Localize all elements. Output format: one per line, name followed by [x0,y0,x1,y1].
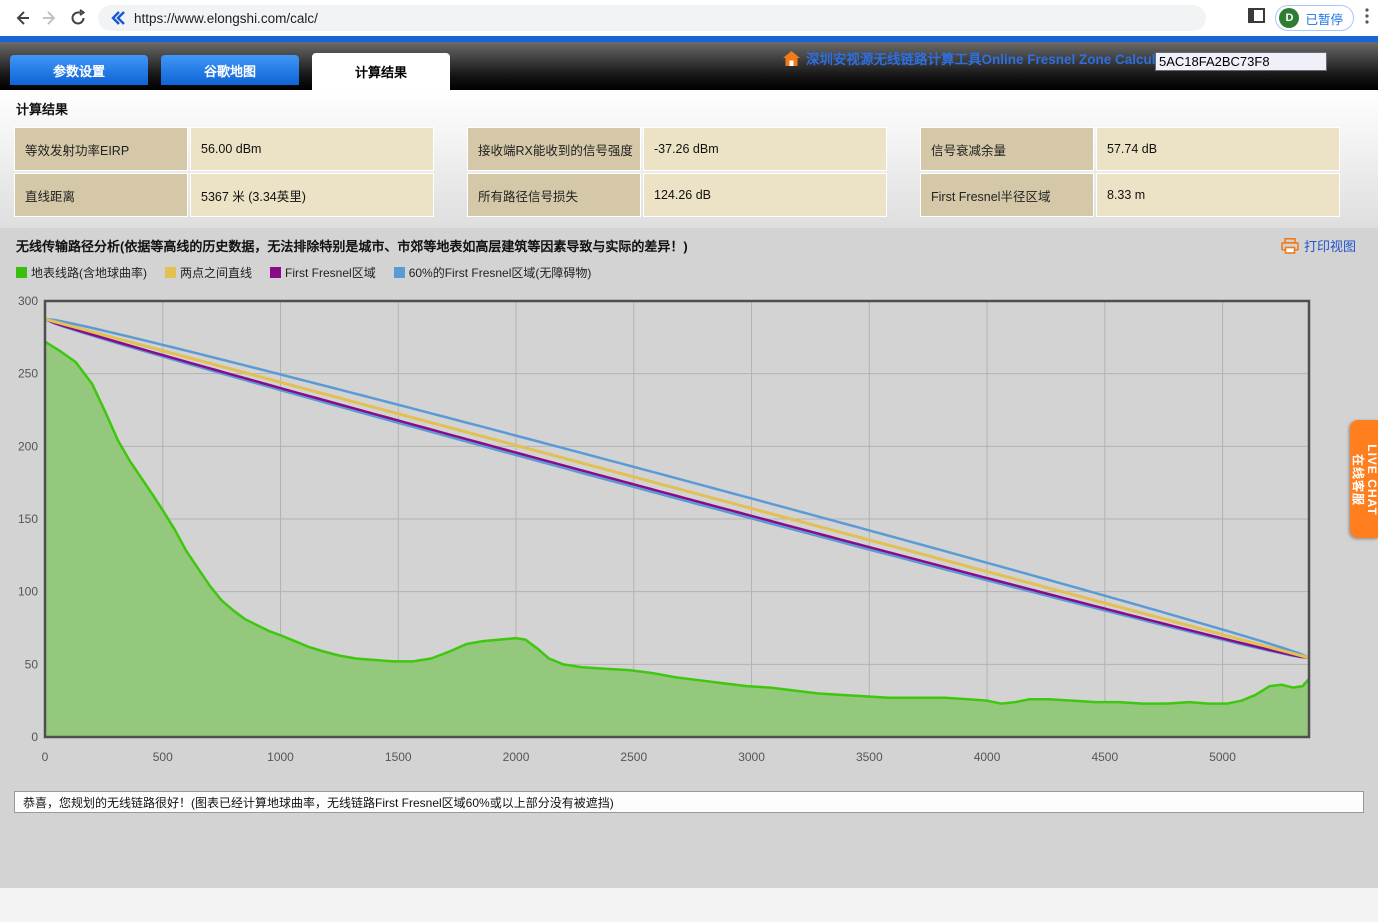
results-section: 计算结果 等效发射功率EIRP 56.00 dBm 接收端RX能收到的信号强度 … [0,90,1378,228]
live-chat-tab[interactable]: LIVE CHAT 在线客服 [1350,420,1378,538]
fresnel-swatch [270,267,281,278]
result-value-fresnel-radius: 8.33 m [1096,173,1340,217]
table-gap [887,127,920,171]
analysis-title: 无线传输路径分析(依据等高线的历史数据，无法排除特别是城市、市郊等地表如高层建筑… [16,239,688,254]
result-label-rx-strength: 接收端RX能收到的信号强度 [467,127,641,171]
serial-number-field[interactable] [1155,52,1327,71]
sync-paused-label: 已暂停 [1305,9,1343,28]
svg-text:2000: 2000 [503,750,530,764]
page-footer [0,888,1378,922]
svg-text:3500: 3500 [856,750,883,764]
site-title-text: 深圳安视源无线链路计算工具Online Fresnel Zone Calcula… [806,48,1181,68]
menu-dots-icon[interactable] [1364,7,1370,30]
printer-icon [1281,238,1299,254]
page-header: 参数设置 谷歌地图 计算结果 深圳安视源无线链路计算工具Online Fresn… [0,42,1378,90]
result-label-path-loss: 所有路径信号损失 [467,173,641,217]
path-analysis-section: 无线传输路径分析(依据等高线的历史数据，无法排除特别是城市、市郊等地表如高层建筑… [0,228,1378,888]
svg-text:5000: 5000 [1209,750,1236,764]
result-value-distance: 5367 米 (3.34英里) [190,173,434,217]
live-chat-label-zh: 在线客服 [1351,425,1365,535]
svg-text:0: 0 [42,750,49,764]
terrain-swatch [16,267,27,278]
browser-toolbar: D 已暂停 [0,0,1378,36]
svg-text:3000: 3000 [738,750,765,764]
tab-google-map[interactable]: 谷歌地图 [161,55,299,85]
direct-line-swatch [165,267,176,278]
legend-item-fresnel-60: 60%的First Fresnel区域(无障碍物) [394,264,592,281]
svg-text:150: 150 [18,512,38,526]
print-view-label: 打印视图 [1304,236,1356,255]
svg-text:100: 100 [18,585,38,599]
site-favicon-icon [110,10,126,26]
home-icon [783,51,800,66]
result-label-eirp: 等效发射功率EIRP [14,127,188,171]
print-view-link[interactable]: 打印视图 [1281,236,1356,255]
results-table: 等效发射功率EIRP 56.00 dBm 接收端RX能收到的信号强度 -37.2… [14,127,1378,217]
back-button[interactable] [8,4,36,32]
svg-text:500: 500 [153,750,173,764]
path-analysis-chart: 0501001502002503000500100015002000250030… [0,283,1346,783]
address-bar[interactable] [98,5,1206,31]
avatar: D [1279,8,1299,28]
svg-text:50: 50 [25,657,39,671]
legend-item-fresnel: First Fresnel区域 [270,264,376,281]
result-label-distance: 直线距离 [14,173,188,217]
site-title: 深圳安视源无线链路计算工具Online Fresnel Zone Calcula… [783,48,1181,68]
result-value-rx-strength: -37.26 dBm [643,127,887,171]
legend-item-direct-line: 两点之间直线 [165,264,252,281]
svg-text:300: 300 [18,294,38,308]
result-label-fade-margin: 信号衰减余量 [920,127,1094,171]
fresnel-60-swatch [394,267,405,278]
reload-button[interactable] [64,4,92,32]
svg-text:1500: 1500 [385,750,412,764]
svg-text:2500: 2500 [620,750,647,764]
table-gap [434,127,467,171]
results-heading: 计算结果 [16,99,1378,118]
svg-text:200: 200 [18,439,38,453]
sidepanel-icon[interactable] [1248,7,1265,29]
svg-text:4500: 4500 [1091,750,1118,764]
result-label-fresnel-radius: First Fresnel半径区域 [920,173,1094,217]
svg-text:0: 0 [31,730,38,744]
profile-button[interactable]: D 已暂停 [1275,5,1354,31]
forward-button[interactable] [36,4,64,32]
tab-calc-results[interactable]: 计算结果 [312,53,450,90]
result-value-eirp: 56.00 dBm [190,127,434,171]
result-message: 恭喜，您规划的无线链路很好！(图表已经计算地球曲率，无线链路First Fres… [14,791,1364,813]
svg-text:250: 250 [18,367,38,381]
legend-item-terrain: 地表线路(含地球曲率) [16,264,147,281]
result-value-fade-margin: 57.74 dB [1096,127,1340,171]
table-gap [434,173,467,217]
live-chat-label-en: LIVE CHAT [1365,425,1378,535]
svg-text:1000: 1000 [267,750,294,764]
chart-legend: 地表线路(含地球曲率) 两点之间直线 First Fresnel区域 60%的F… [0,258,1378,283]
url-input[interactable] [134,11,1194,26]
table-gap [887,173,920,217]
svg-text:4000: 4000 [974,750,1001,764]
tab-bar: 参数设置 谷歌地图 计算结果 [10,53,450,90]
result-value-path-loss: 124.26 dB [643,173,887,217]
tab-parameter-settings[interactable]: 参数设置 [10,55,148,85]
